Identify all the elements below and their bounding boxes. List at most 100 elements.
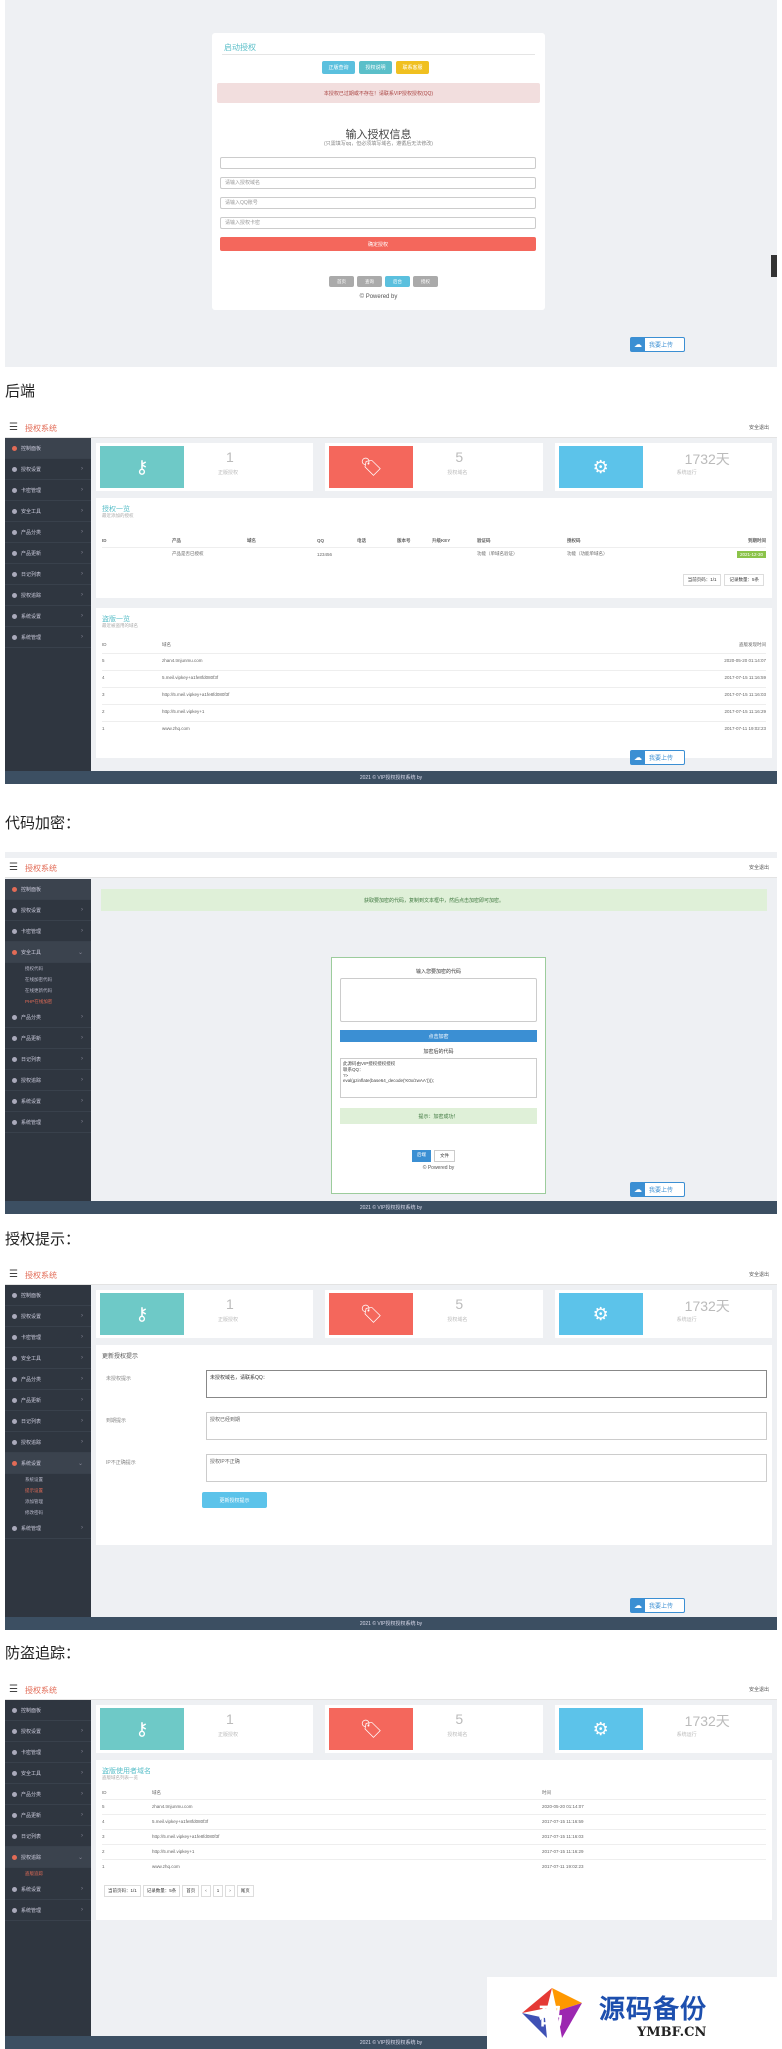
gear-icon: ⚙ [558,1293,643,1335]
upload-button[interactable]: ☁ 我要上传 [630,750,685,765]
sidebar-item[interactable]: 产品分类 › [5,1784,91,1805]
genuine-query-button[interactable]: 正版查询 [322,61,355,74]
side-tab[interactable] [771,255,777,277]
success-message: 提示：加密成功！ [340,1108,537,1124]
encrypt-button[interactable]: 点击加密 [340,1030,537,1042]
sidebar-item[interactable]: 卡密管理 › [5,1327,91,1348]
menu-icon[interactable]: ☰ [9,862,18,873]
menu-icon[interactable]: ☰ [9,1269,18,1280]
sidebar-item[interactable]: 卡密管理 › [5,1742,91,1763]
sidebar-item[interactable]: 系统管理 › [5,627,91,648]
authorize-button[interactable]: 授权 [413,276,438,287]
logout-link[interactable]: 安全退出 [749,1271,769,1278]
sidebar: 控制面板 授权设置 › 卡密管理 › 安全工具 › 产品分类 › 产品更新 › 日记列表 ›… [5,1700,91,2036]
logout-link[interactable]: 安全退出 [749,424,769,431]
first-page-button[interactable]: 首页 [182,1885,200,1897]
table-row: 4 5.meil.vipkey+a1fe8fd080f3f 2017-07-15 1… [102,670,766,683]
sidebar-item[interactable]: 卡密管理 › [5,921,91,942]
sidebar-item[interactable]: 卡密管理 › [5,480,91,501]
table-header: ID 产品 域名 QQ 电话 版本号 升级KEY 验证码 授权码 到期时间 [102,537,766,544]
sidebar-item[interactable]: 安全工具 › [5,501,91,522]
footer: 2021 © VIP授权授权系统 by [5,1201,777,1214]
footer: 2021 © VIP授权授权系统 by [5,1617,777,1630]
sidebar-item[interactable]: 系统管理 › [5,1900,91,1921]
sidebar-item[interactable]: 系统管理 › [5,1518,91,1539]
sidebar-item[interactable]: 系统设置 › [5,606,91,627]
sidebar-item[interactable]: 产品更新 › [5,1805,91,1826]
admin-button[interactable]: 后台 [385,276,410,287]
sidebar-item[interactable]: 授权设置 › [5,459,91,480]
card-title: 启动授权 [224,43,256,52]
sidebar-item[interactable]: 系统设置 ⌄ [5,1453,91,1474]
table-row: 1 www.zhq.com 2017-07-11 19:02:23 [102,1859,766,1872]
table-row: 2 http://5.meil.vipkey+1 2017-07-15 11:16:… [102,1844,766,1857]
sidebar-item[interactable]: 授权设置 › [5,900,91,921]
sidebar-item[interactable]: 系统管理 › [5,1112,91,1133]
sidebar-item[interactable]: 日记列表 › [5,1826,91,1847]
auth-alert: 本授权已过期或不存在！请联系VIP授权授权(QQ) [217,83,540,103]
upload-button[interactable]: ☁ 我要上传 [630,337,685,352]
hint-settings-panel: 更新授权提示 未授权提示 未授权域名，请联系QQ： 到期提示 授权已经到期 IP… [96,1345,772,1545]
sidebar-item[interactable]: 日记列表 › [5,1049,91,1070]
sidebar-item[interactable]: 日记列表 › [5,564,91,585]
sidebar-item[interactable]: 控制面板 [5,879,91,900]
sidebar-item[interactable]: 安全工具 ⌄ [5,942,91,963]
sidebar-item[interactable]: 产品分类 › [5,522,91,543]
logout-link[interactable]: 安全退出 [749,864,769,871]
file-button[interactable]: 文件 [434,1150,455,1162]
front-auth-screenshot: 启动授权 正版查询 授权说明 联系客服 本授权已过期或不存在！请联系VIP授权授… [5,0,777,367]
sidebar-item[interactable]: 授权设置 › [5,1721,91,1742]
sidebar-item[interactable]: 安全工具 › [5,1348,91,1369]
result-textarea[interactable]: 此源码由VIP授权授权授权 联系QQ： ?> eval(gzinflate(ba… [340,1058,537,1098]
sidebar-item[interactable]: 授权设置 › [5,1306,91,1327]
sidebar-item[interactable]: 控制面板 [5,438,91,459]
home-button[interactable]: 首页 [329,276,354,287]
qq-input[interactable]: 请输入QQ账号 [220,197,536,209]
next-page-button[interactable]: › [225,1885,235,1897]
card-key-input[interactable]: 请输入授权卡密 [220,217,536,229]
menu-icon[interactable]: ☰ [9,1684,18,1695]
query-button[interactable]: 查询 [357,276,382,287]
upload-button[interactable]: ☁ 我要上传 [630,1598,685,1613]
cloud-icon: ☁ [631,751,645,764]
code-textarea[interactable] [340,978,537,1022]
sidebar-item[interactable]: 授权追踪 › [5,585,91,606]
logout-link[interactable]: 安全退出 [749,1686,769,1693]
upload-button[interactable]: ☁ 我要上传 [630,1182,685,1197]
sidebar-item[interactable]: 系统设置 › [5,1091,91,1112]
update-hint-button[interactable]: 更新授权提示 [202,1492,267,1508]
sidebar-item[interactable]: 产品更新 › [5,1028,91,1049]
sidebar-item[interactable]: 控制面板 [5,1285,91,1306]
sidebar-item[interactable]: 产品更新 › [5,543,91,564]
brand: 授权系统 [25,424,57,433]
key-icon: ⚷ [100,1293,184,1335]
ip-hint-input[interactable]: 授权IP不正确 [206,1454,767,1482]
auth-card: 启动授权 正版查询 授权说明 联系客服 本授权已过期或不存在！请联系VIP授权授… [212,33,545,310]
sidebar-item[interactable]: 授权追踪 › [5,1432,91,1453]
sidebar-item[interactable]: 产品分类 › [5,1369,91,1390]
watermark-en: YMBF.CN [637,2025,707,2040]
sidebar-item[interactable]: 授权追踪 ⌄ [5,1847,91,1868]
confirm-auth-button[interactable]: 确定授权 [220,237,536,251]
caption-auth-hint: 授权提示： [5,1230,81,1248]
prev-page-button[interactable]: ‹ [201,1885,211,1897]
sidebar-item[interactable]: 控制面板 [5,1700,91,1721]
sidebar-item[interactable]: 授权追踪 › [5,1070,91,1091]
auth-info-button[interactable]: 授权说明 [359,61,392,74]
sidebar-item[interactable]: 日记列表 › [5,1411,91,1432]
unauth-hint-input[interactable]: 未授权域名，请联系QQ： [206,1370,767,1398]
last-page-button[interactable]: 尾页 [236,1885,254,1897]
sidebar-item[interactable]: 产品更新 › [5,1390,91,1411]
sidebar-item[interactable]: 安全工具 › [5,1763,91,1784]
contact-button[interactable]: 联系客服 [396,61,429,74]
sidebar-item[interactable]: 产品分类 › [5,1007,91,1028]
domain-input[interactable]: 请输入授权域名 [220,177,536,189]
expiry-hint-input[interactable]: 授权已经到期 [206,1412,767,1440]
stat-card: ⚷ 1 正版授权 [96,443,314,491]
pager-count: 记录数量：5条 [724,574,764,586]
menu-icon[interactable]: ☰ [9,422,18,433]
backend-button[interactable]: 后端 [412,1150,431,1162]
sidebar-item[interactable]: 系统设置 › [5,1879,91,1900]
blank-input[interactable] [220,157,536,169]
page-1-button[interactable]: 1 [212,1885,224,1897]
